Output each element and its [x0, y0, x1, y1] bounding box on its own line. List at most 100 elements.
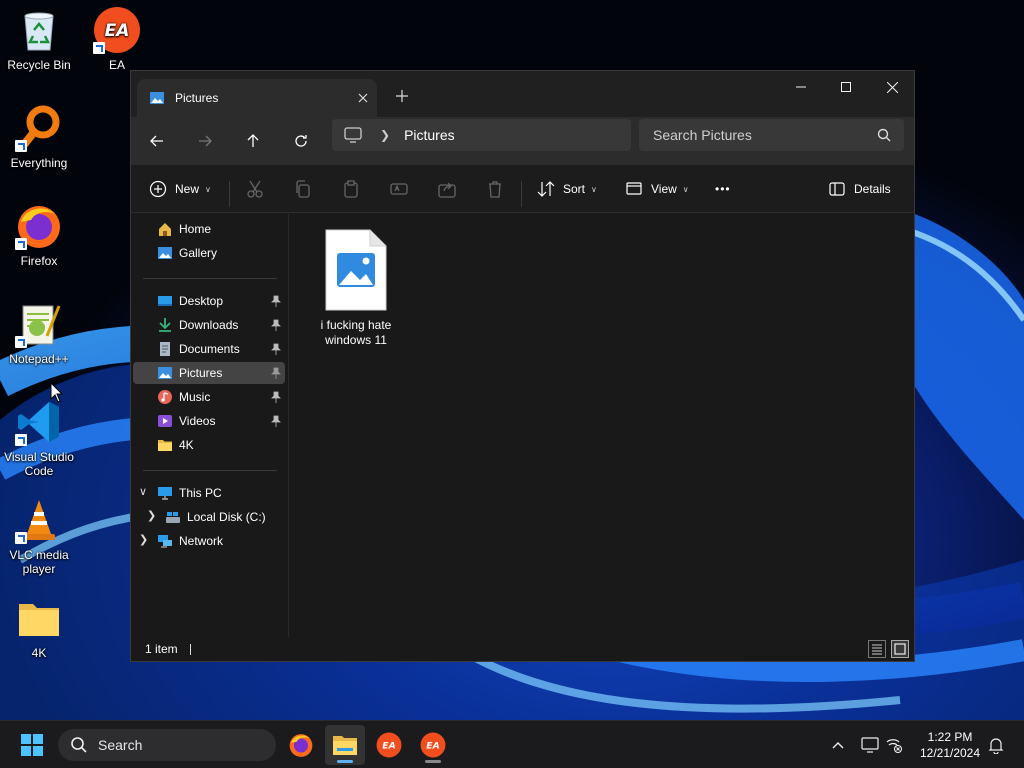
nav-item-local-disk[interactable]: ❯ Local Disk (C:)	[133, 506, 285, 528]
taskbar-search-box[interactable]: Search	[58, 729, 276, 761]
nav-label: Downloads	[179, 318, 239, 332]
taskbar-firefox[interactable]	[281, 725, 321, 765]
taskbar-ea-app[interactable]: EA	[413, 725, 453, 765]
nav-label: Pictures	[179, 366, 223, 380]
desktop-icon-everything[interactable]: Everything	[0, 104, 78, 170]
folder-icon	[158, 440, 172, 451]
desktop-icon-recycle-bin[interactable]: Recycle Bin	[0, 6, 78, 72]
nav-item-documents[interactable]: Documents	[133, 338, 285, 360]
tray-network-volume-button[interactable]	[884, 735, 904, 755]
nav-label: Videos	[179, 414, 216, 428]
svg-text:EA: EA	[426, 740, 439, 751]
shortcut-arrow-icon	[15, 140, 27, 152]
taskbar-file-explorer[interactable]	[325, 725, 365, 765]
nav-item-music[interactable]: Music	[133, 386, 285, 408]
nav-item-downloads[interactable]: Downloads	[133, 314, 285, 336]
image-file-icon	[325, 229, 387, 311]
show-hidden-icons-button[interactable]	[828, 735, 848, 755]
status-divider	[189, 643, 191, 655]
breadcrumb-pictures[interactable]: Pictures	[404, 127, 455, 143]
search-field[interactable]: Search Pictures	[639, 119, 904, 151]
shortcut-arrow-icon	[15, 336, 27, 348]
file-explorer-window: Pictures ❯ Pictures Search Pictures New …	[130, 70, 915, 662]
search-icon	[877, 128, 891, 142]
nav-item-gallery[interactable]: Gallery	[133, 242, 285, 264]
toolbar-divider	[521, 181, 522, 207]
details-view-toggle[interactable]	[868, 640, 886, 658]
clock-time: 1:22 PM	[927, 730, 973, 744]
tray-display-icon-button[interactable]	[860, 735, 880, 755]
maximize-button[interactable]	[823, 71, 869, 103]
nav-item-videos[interactable]: Videos	[133, 410, 285, 432]
pin-icon	[271, 391, 281, 403]
nav-label: Desktop	[179, 294, 224, 308]
chevron-down-icon[interactable]: ∨	[139, 485, 147, 498]
pin-icon	[271, 367, 281, 379]
desktop-icon-ea[interactable]: EA EA	[78, 6, 156, 72]
desktop-icon-notepad-plus-plus[interactable]: Notepad++	[0, 300, 78, 366]
up-button[interactable]	[237, 125, 269, 157]
new-button[interactable]: New ∨	[149, 173, 211, 205]
rename-icon[interactable]	[389, 179, 409, 199]
desktop-icon-label: Everything	[10, 156, 68, 170]
bell-icon	[988, 738, 1004, 754]
file-item[interactable]: i fucking hate windows 11	[316, 228, 396, 348]
pin-icon	[271, 295, 281, 307]
share-icon[interactable]	[437, 179, 457, 199]
chevron-down-icon: ∨	[205, 184, 211, 194]
back-button[interactable]	[141, 125, 173, 157]
taskbar-clock[interactable]: 1:22 PM 12/21/2024	[914, 729, 986, 761]
nav-item-4k[interactable]: 4K	[133, 434, 285, 456]
desktop-icon-vlc[interactable]: VLC media player	[0, 496, 78, 576]
view-icon	[626, 182, 642, 195]
desktop-icon-vscode[interactable]: Visual Studio Code	[0, 398, 78, 478]
ea-icon: EA	[376, 732, 402, 758]
command-bar: New ∨ Sort ∨ View ∨ ••• Details	[131, 165, 914, 213]
close-icon	[358, 93, 368, 103]
copy-icon[interactable]	[293, 179, 313, 199]
nav-item-network[interactable]: ❯ Network	[133, 530, 285, 552]
minimize-button[interactable]	[778, 71, 824, 103]
desktop-icon-folder-4k[interactable]: 4K	[0, 594, 78, 660]
nav-divider	[143, 278, 277, 279]
refresh-button[interactable]	[285, 125, 317, 157]
taskbar-ea[interactable]: EA	[369, 725, 409, 765]
close-window-button[interactable]	[869, 71, 915, 103]
file-list-area[interactable]: i fucking hate windows 11	[290, 214, 914, 637]
tab-pictures[interactable]: Pictures	[137, 79, 377, 117]
desktop-icon-label: Visual Studio Code	[4, 450, 74, 478]
details-pane-icon	[829, 182, 845, 196]
chevron-right-icon[interactable]: ❯	[147, 509, 156, 522]
delete-icon[interactable]	[485, 179, 505, 199]
search-placeholder: Search Pictures	[653, 127, 752, 143]
sort-button[interactable]: Sort ∨	[537, 173, 597, 205]
address-field[interactable]: ❯ Pictures	[332, 119, 631, 151]
nav-label: Home	[179, 222, 212, 236]
notifications-button[interactable]	[986, 735, 1006, 755]
chevron-right-icon[interactable]: ❯	[139, 533, 148, 546]
videos-icon	[158, 415, 172, 427]
more-options-button[interactable]: •••	[715, 173, 731, 205]
forward-button[interactable]	[189, 125, 221, 157]
nav-item-desktop[interactable]: Desktop	[133, 290, 285, 312]
chevron-up-icon	[832, 742, 844, 749]
new-tab-button[interactable]	[389, 83, 415, 109]
cut-icon[interactable]	[245, 179, 265, 199]
details-pane-button[interactable]: Details	[828, 173, 891, 205]
paste-icon[interactable]	[341, 179, 361, 199]
nav-item-this-pc[interactable]: ∨ This PC	[133, 482, 285, 504]
folder-icon	[19, 604, 59, 636]
pin-icon	[271, 343, 281, 355]
new-label: New	[175, 182, 200, 196]
thumbnail-view-icon	[894, 643, 906, 655]
toolbar-divider	[229, 181, 230, 207]
tab-close-button[interactable]	[349, 84, 377, 112]
nav-label: 4K	[179, 438, 194, 452]
desktop-icon-firefox[interactable]: Firefox	[0, 202, 78, 268]
navigation-pane: Home Gallery Desktop Downloads Documents…	[131, 214, 289, 637]
view-button[interactable]: View ∨	[625, 173, 689, 205]
nav-item-pictures[interactable]: Pictures	[133, 362, 285, 384]
nav-item-home[interactable]: Home	[133, 218, 285, 240]
start-button[interactable]	[12, 725, 52, 765]
large-icons-view-toggle[interactable]	[891, 640, 909, 658]
